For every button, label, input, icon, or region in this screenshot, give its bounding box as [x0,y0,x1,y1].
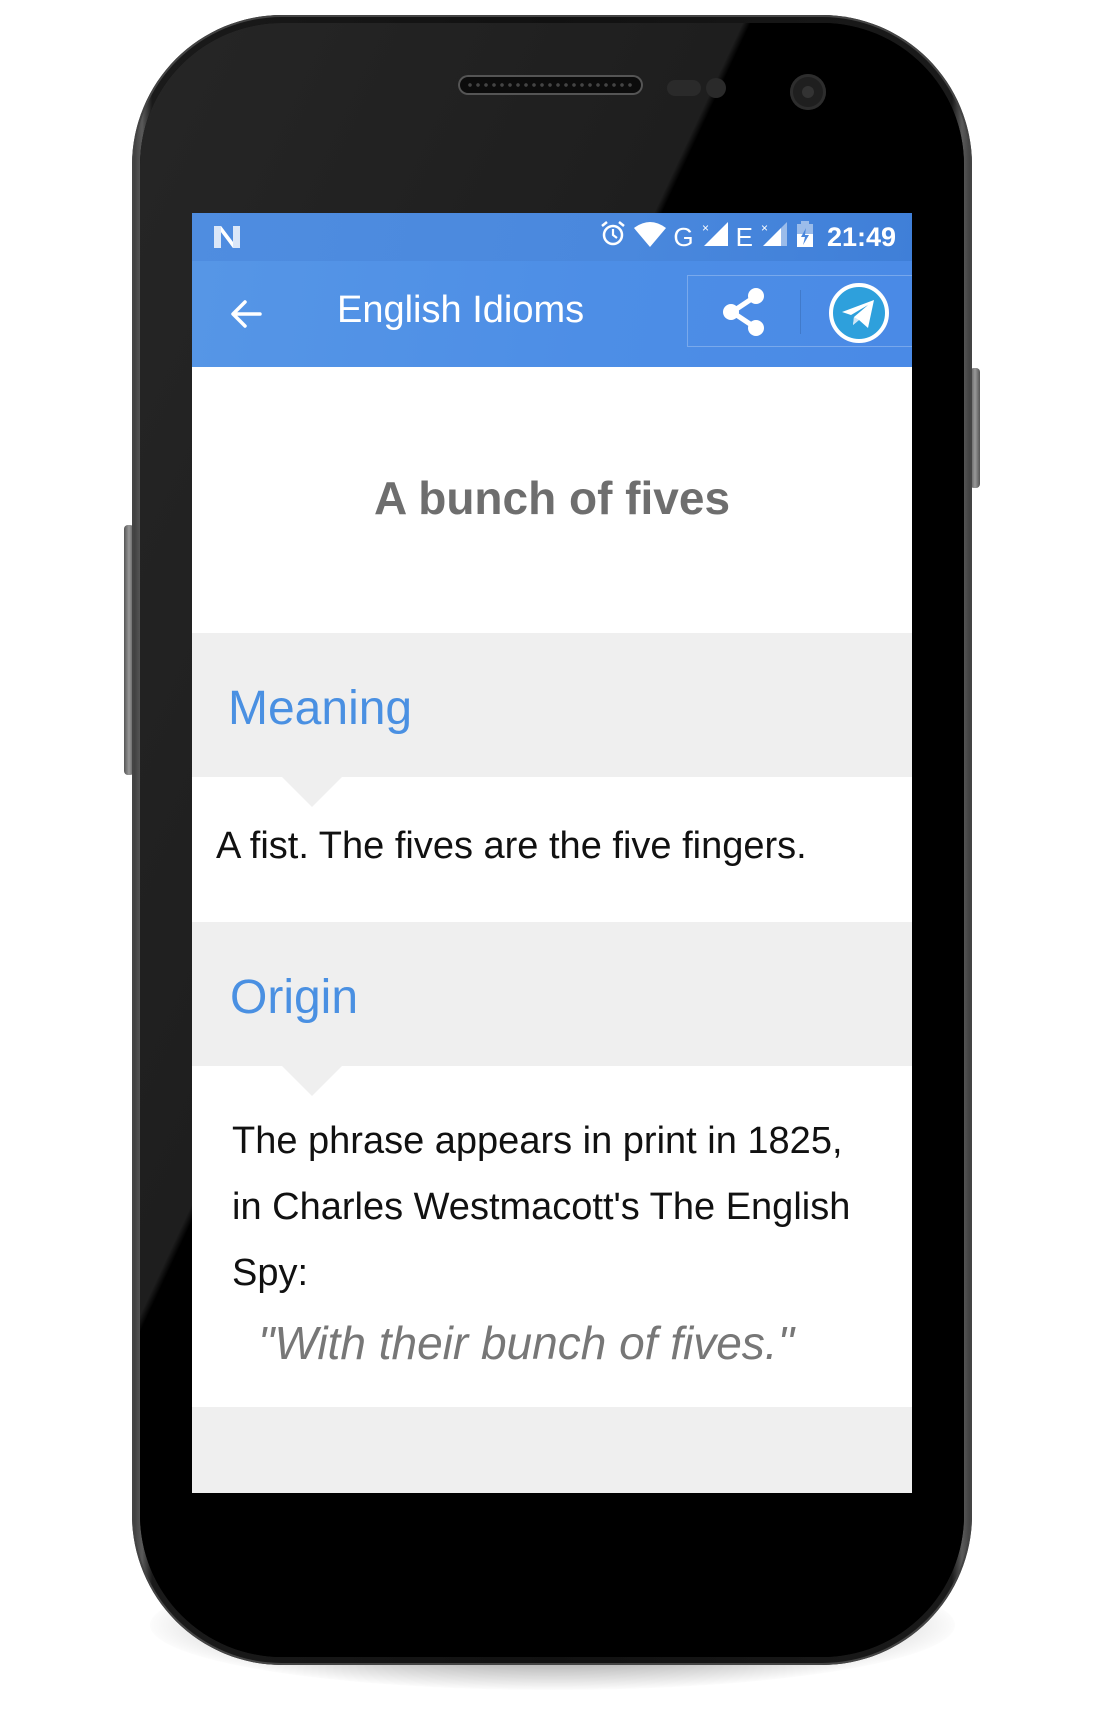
n-notification-icon [212,224,242,255]
share-button[interactable] [718,286,770,338]
app-bar: English Idioms [192,261,912,367]
battery-charging-icon [795,220,815,255]
network-type-g: G [673,221,694,252]
telegram-icon [829,283,889,343]
arrow-left-icon [231,300,262,328]
meaning-header: Meaning [192,633,912,777]
screen: G × E × 21:49 English Idioms A bunch of … [192,213,912,1493]
back-button[interactable] [226,294,266,334]
idiom-title: A bunch of fives [373,472,731,524]
action-buttons [687,275,912,347]
origin-body: The phrase appears in print in 1825, in … [192,1066,912,1407]
svg-text:×: × [761,221,768,235]
signal-icon: × [700,220,730,255]
proximity-sensor [667,80,701,96]
front-camera [790,74,826,110]
meaning-body: A fist. The fives are the five fingers. [192,777,912,922]
actions-divider [800,290,801,334]
meaning-label: Meaning [228,682,413,735]
alarm-icon [599,220,627,255]
earpiece-speaker [458,75,643,95]
signal-icon: × [759,220,789,255]
telegram-button[interactable] [828,282,890,344]
bottom-section [192,1407,912,1493]
network-type-e: E [735,221,753,252]
origin-text: The phrase appears in print in 1825, in … [232,1120,851,1294]
status-time: 21:49 [826,221,896,252]
origin-label: Origin [230,971,359,1024]
section-pointer [282,1066,342,1096]
svg-text:×: × [702,221,709,235]
status-bar: G × E × 21:49 [192,213,912,261]
section-pointer [282,777,342,807]
app-title: English Idioms [337,289,585,331]
idiom-title-band: A bunch of fives [192,367,912,633]
share-icon [723,288,764,336]
origin-header: Origin [192,922,912,1066]
origin-quote: "With their bunch of fives." [258,1317,794,1369]
wifi-icon [633,220,667,255]
status-icons: G × E × 21:49 [599,219,896,255]
meaning-text: A fist. The fives are the five fingers. [216,825,807,867]
light-sensor [706,78,726,98]
